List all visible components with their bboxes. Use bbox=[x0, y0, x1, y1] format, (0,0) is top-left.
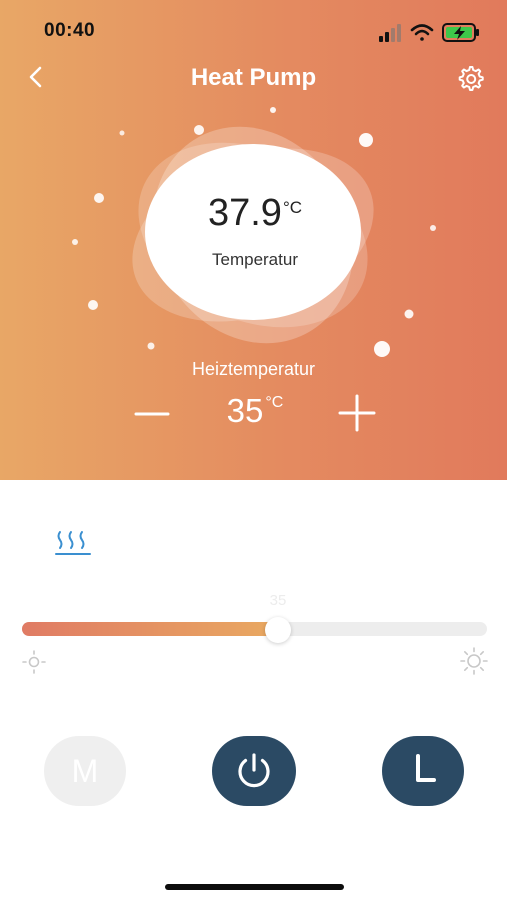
setpoint-label: Heiztemperatur bbox=[191, 359, 316, 379]
header-panel: 00:40 Heat Pump 37.9°C Temperatur Heizte… bbox=[0, 0, 507, 480]
sun-high-icon bbox=[460, 647, 488, 675]
slider-value-label: 35 bbox=[269, 592, 287, 609]
minus-icon bbox=[134, 412, 170, 416]
setpoint-number: 35 bbox=[226, 392, 264, 429]
sun-low-icon bbox=[22, 650, 46, 674]
increase-temperature-button[interactable] bbox=[334, 390, 380, 436]
plus-icon bbox=[338, 394, 376, 432]
power-icon bbox=[238, 753, 270, 788]
home-indicator bbox=[165, 884, 344, 890]
current-temperature: 37.9°C bbox=[150, 192, 360, 235]
decrease-temperature-button[interactable] bbox=[130, 392, 174, 436]
mode-button[interactable]: M bbox=[44, 736, 126, 806]
power-button[interactable] bbox=[212, 736, 296, 806]
temperature-caption: Temperatur bbox=[212, 250, 298, 269]
setpoint-unit: °C bbox=[265, 394, 284, 411]
temperature-slider[interactable] bbox=[22, 617, 487, 643]
timer-button[interactable] bbox=[382, 736, 464, 806]
setpoint-value: 35 °C bbox=[190, 392, 320, 430]
timer-L-icon bbox=[416, 754, 436, 782]
current-temperature-unit: °C bbox=[282, 198, 303, 217]
heat-mode-button[interactable] bbox=[54, 528, 94, 558]
slider-fill bbox=[22, 622, 278, 636]
heat-waves-icon bbox=[55, 531, 91, 555]
slider-thumb[interactable] bbox=[264, 617, 291, 643]
current-temperature-value: 37.9 bbox=[207, 192, 282, 234]
temperature-dial bbox=[132, 126, 374, 344]
mode-button-label: M bbox=[71, 753, 99, 789]
heat-pump-screen: 00:40 Heat Pump 37.9°C Temperatur Heizte… bbox=[0, 0, 507, 900]
